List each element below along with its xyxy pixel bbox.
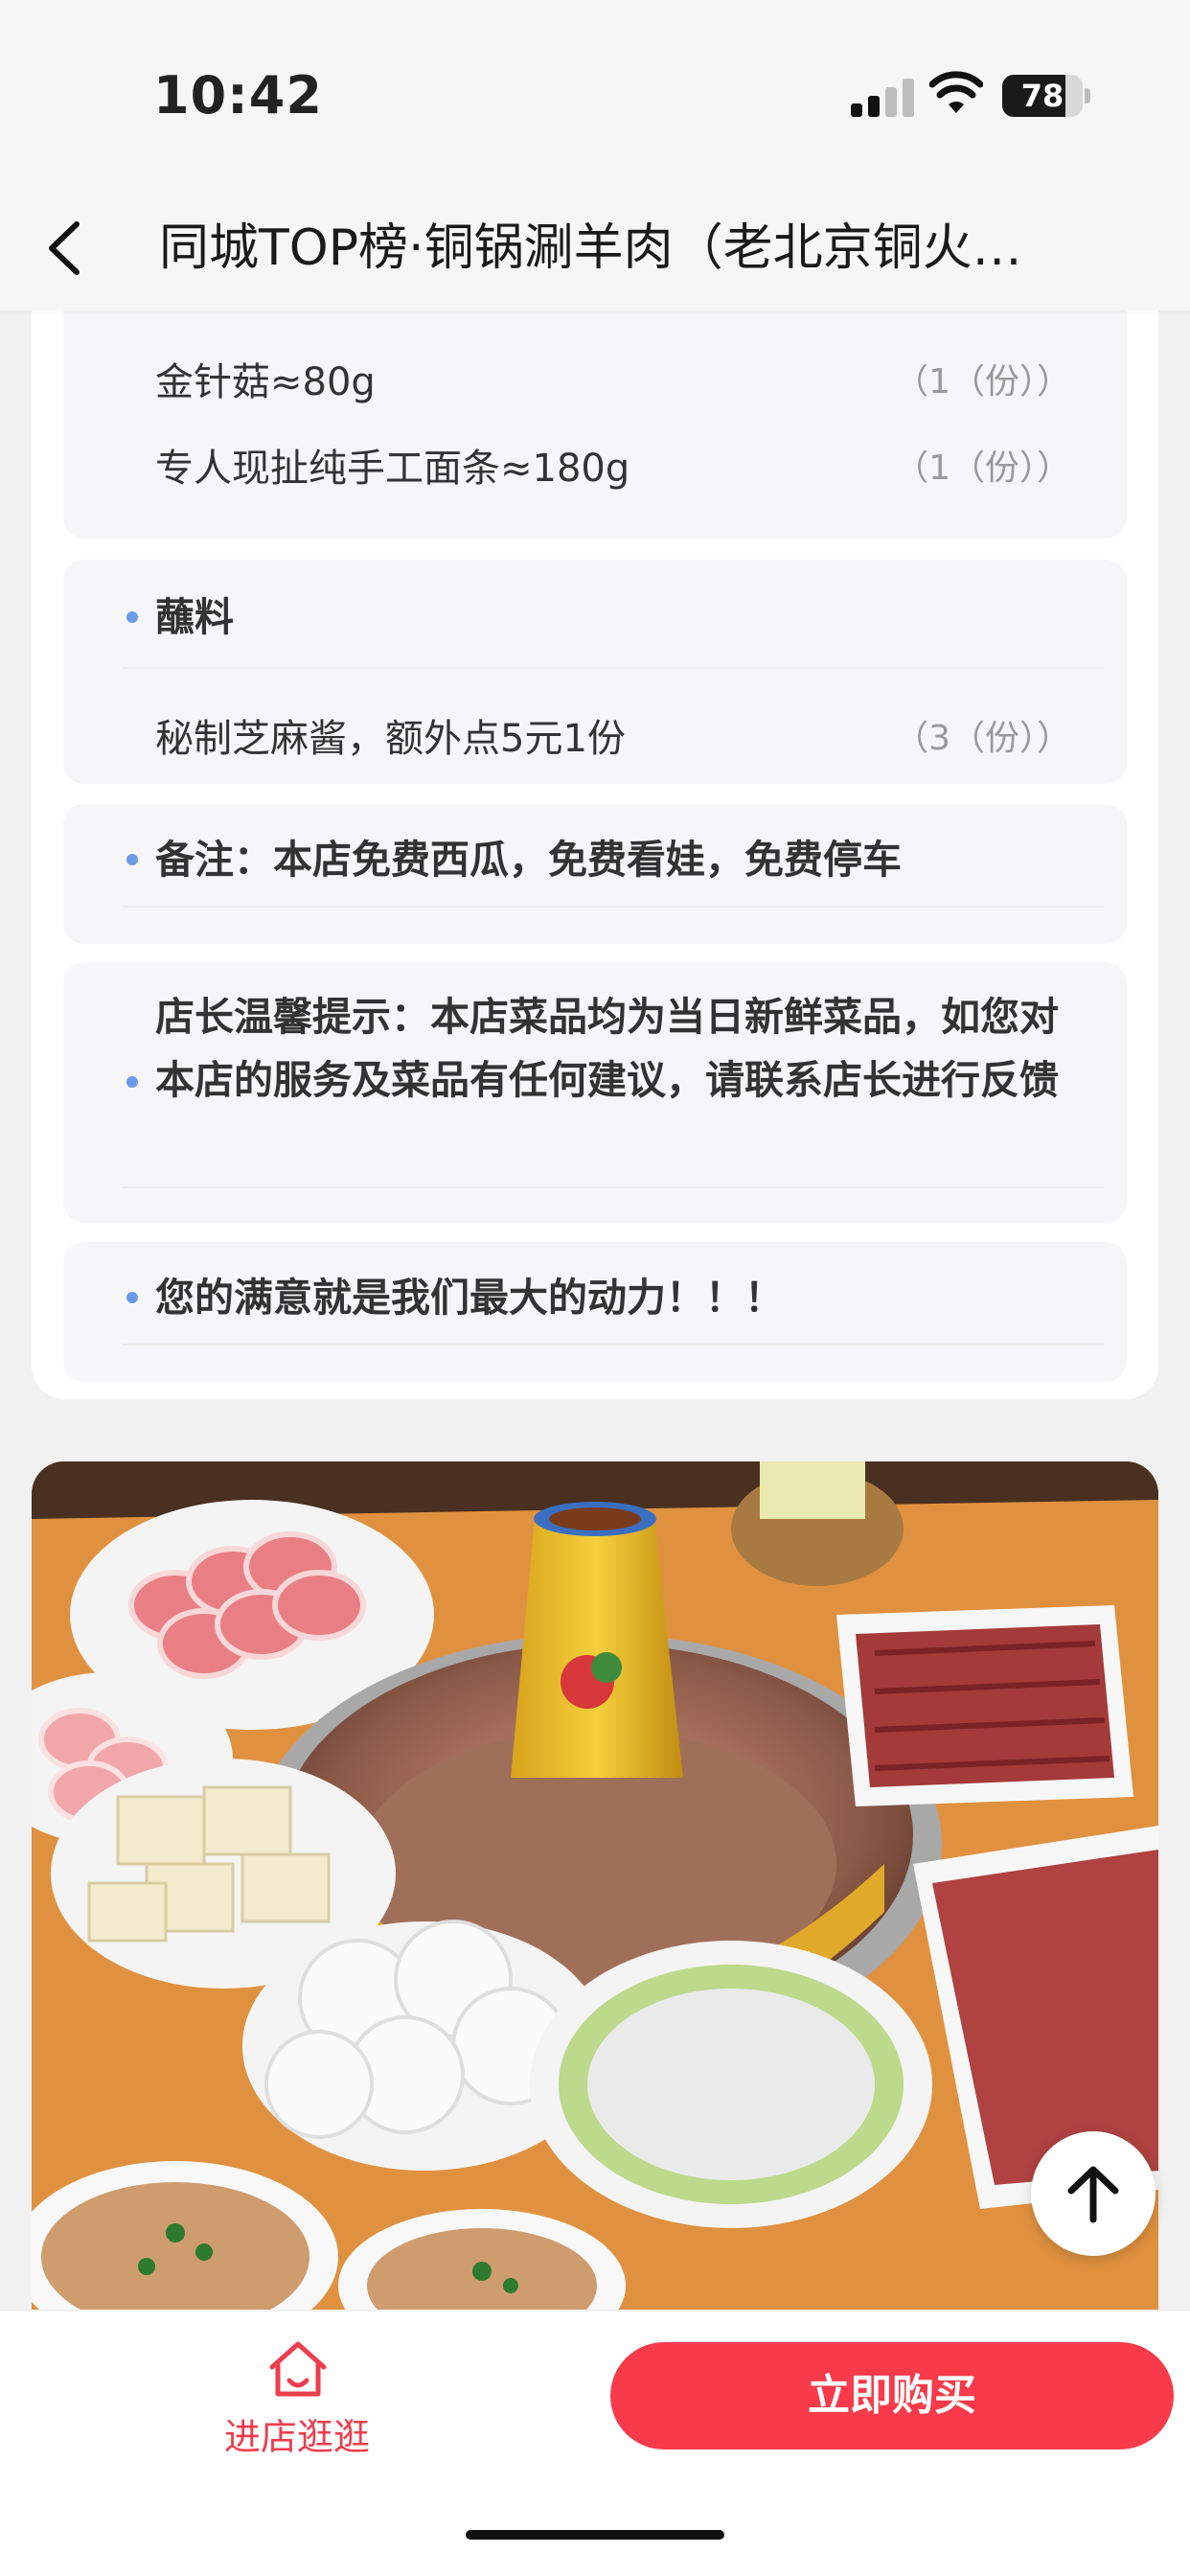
bottom-action-bar: 进店逛逛 立即购买 (0, 2312, 1190, 2576)
scroll-to-top-button[interactable] (1031, 2131, 1156, 2256)
home-indicator (466, 2530, 724, 2540)
menu-item-name: 专人现扯纯手工面条≈180g (155, 447, 630, 491)
battery-tip (1085, 88, 1090, 104)
hotpot-photo (32, 1461, 1158, 2310)
divider (123, 667, 1104, 669)
wifi-icon (929, 71, 983, 113)
bullet-dot (126, 1292, 138, 1303)
buy-now-button[interactable]: 立即购买 (610, 2342, 1174, 2450)
divider (123, 906, 1104, 908)
menu-items-box: 金针菇≈80g （1（份）） 专人现扯纯手工面条≈180g （1（份）） (63, 278, 1127, 539)
page-title: 同城TOP榜·铜锅涮羊肉（老北京铜火锅） (159, 219, 1041, 277)
dip-section-box: 蘸料 秘制芝麻酱，额外点5元1份 （3（份）） (63, 560, 1127, 784)
menu-item-qty: （1（份）） (894, 362, 1071, 402)
visit-store-link[interactable]: 进店逛逛 (192, 2407, 402, 2460)
menu-item-qty: （1（份）） (894, 448, 1071, 488)
battery-icon: 78 (1002, 75, 1083, 117)
signal-icon (851, 79, 914, 117)
menu-item-name: 秘制芝麻酱，额外点5元1份 (155, 717, 626, 761)
status-time: 10:42 (153, 65, 323, 126)
store-icon[interactable] (266, 2338, 330, 2400)
menu-item-name: 金针菇≈80g (155, 360, 376, 404)
bullet-dot (126, 611, 138, 623)
package-detail-card: 金针菇≈80g （1（份）） 专人现扯纯手工面条≈180g （1（份）） 蘸料 … (32, 278, 1158, 1399)
section-title: 蘸料 (155, 594, 234, 640)
bullet-dot (126, 1076, 138, 1088)
bullet-dot (126, 854, 138, 865)
divider (123, 1344, 1104, 1346)
note-box: 您的满意就是我们最大的动力！！！ (63, 1242, 1127, 1382)
arrow-up-icon (1067, 2166, 1119, 2223)
nav-bar: 同城TOP榜·铜锅涮羊肉（老北京铜火锅） (0, 192, 1190, 310)
menu-item-qty: （3（份）） (894, 719, 1071, 758)
battery-level: 78 (1020, 78, 1064, 114)
divider (123, 1186, 1104, 1188)
note-text: 您的满意就是我们最大的动力！！！ (155, 1275, 784, 1321)
tip-text: 店长温馨提示：本店菜品均为当日新鲜菜品，如您对本店的服务及菜品有任何建议，请联系… (155, 994, 1059, 1103)
note-text: 备注：本店免费西瓜，免费看娃，免费停车 (155, 837, 902, 883)
status-bar: 10:42 78 (0, 0, 1190, 192)
chevron-left-icon[interactable] (38, 215, 96, 282)
tip-box: 店长温馨提示：本店菜品均为当日新鲜菜品，如您对本店的服务及菜品有任何建议，请联系… (63, 962, 1127, 1223)
note-box: 备注：本店免费西瓜，免费看娃，免费停车 (63, 804, 1127, 944)
